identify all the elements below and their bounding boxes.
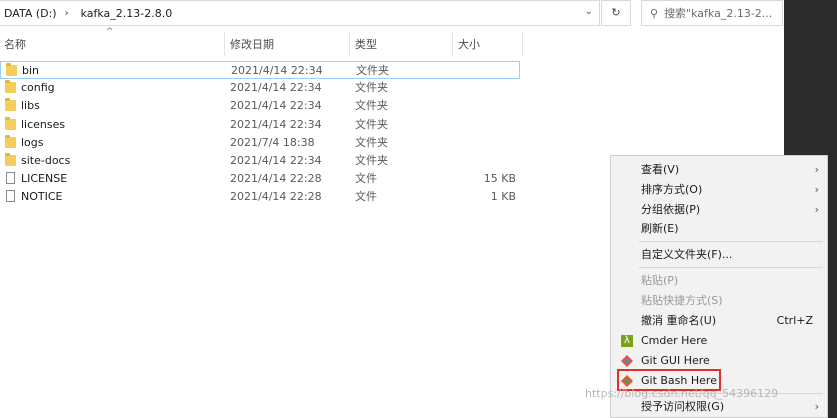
file-date: 2021/4/14 22:34 bbox=[231, 64, 323, 77]
file-date: 2021/7/4 18:38 bbox=[230, 136, 315, 149]
search-box[interactable]: ⚲ 搜索"kafka_2.13-2... bbox=[641, 0, 783, 26]
menu-item-label: 分组依据(P) bbox=[641, 203, 701, 216]
file-name: licenses bbox=[21, 118, 66, 131]
address-bar[interactable]: DATA (D:) › kafka_2.13-2.8.0 ⌄ bbox=[0, 0, 600, 26]
menu-item-label: 刷新(E) bbox=[641, 222, 679, 235]
column-header-date[interactable]: 修改日期 bbox=[230, 34, 274, 56]
menu-item-label: 查看(V) bbox=[641, 163, 680, 176]
git-gui-icon bbox=[621, 355, 633, 367]
breadcrumb-drive[interactable]: DATA (D:) bbox=[4, 7, 57, 20]
menu-item-refresh[interactable]: 刷新(E) bbox=[611, 219, 827, 239]
folder-icon bbox=[5, 153, 16, 166]
file-row-notice[interactable]: NOTICE 2021/4/14 22:28 文件 1 KB bbox=[0, 188, 520, 206]
file-name: NOTICE bbox=[21, 190, 63, 203]
file-row-licenses[interactable]: licenses 2021/4/14 22:34 文件夹 bbox=[0, 116, 520, 134]
chevron-right-icon[interactable]: › bbox=[65, 8, 69, 19]
file-date: 2021/4/14 22:34 bbox=[230, 81, 322, 94]
file-type: 文件夹 bbox=[356, 64, 389, 77]
menu-item-view[interactable]: 查看(V) › bbox=[611, 160, 827, 180]
chevron-right-icon: › bbox=[814, 163, 819, 176]
menu-item-label: 自定义文件夹(F)... bbox=[641, 248, 733, 261]
file-name: libs bbox=[21, 99, 40, 112]
file-row-license[interactable]: LICENSE 2021/4/14 22:28 文件 15 KB bbox=[0, 170, 520, 188]
file-row-site-docs[interactable]: site-docs 2021/4/14 22:34 文件夹 bbox=[0, 152, 520, 170]
column-divider[interactable] bbox=[452, 32, 453, 56]
menu-separator bbox=[639, 241, 823, 242]
file-type: 文件夹 bbox=[355, 136, 388, 149]
column-header-size[interactable]: 大小 bbox=[458, 34, 480, 56]
menu-item-customize-folder[interactable]: 自定义文件夹(F)... bbox=[611, 245, 827, 265]
menu-item-undo-rename[interactable]: 撤消 重命名(U) Ctrl+Z bbox=[611, 311, 827, 331]
folder-icon bbox=[5, 80, 16, 93]
column-divider[interactable] bbox=[522, 32, 523, 56]
column-divider[interactable] bbox=[349, 32, 350, 56]
file-date: 2021/4/14 22:28 bbox=[230, 172, 322, 185]
file-date: 2021/4/14 22:28 bbox=[230, 190, 322, 203]
file-type: 文件 bbox=[355, 172, 377, 185]
refresh-icon: ↻ bbox=[611, 6, 621, 19]
menu-item-shortcut: Ctrl+Z bbox=[776, 314, 813, 327]
menu-item-label: 排序方式(O) bbox=[641, 183, 703, 196]
file-row-config[interactable]: config 2021/4/14 22:34 文件夹 bbox=[0, 79, 520, 97]
file-row-logs[interactable]: logs 2021/7/4 18:38 文件夹 bbox=[0, 134, 520, 152]
file-date: 2021/4/14 22:34 bbox=[230, 99, 322, 112]
folder-icon bbox=[5, 98, 16, 111]
file-name: site-docs bbox=[21, 154, 71, 167]
file-icon bbox=[6, 190, 15, 202]
menu-item-sort[interactable]: 排序方式(O) › bbox=[611, 180, 827, 200]
file-row-bin[interactable]: bin 2021/4/14 22:34 文件夹 bbox=[0, 61, 520, 79]
file-type: 文件夹 bbox=[355, 99, 388, 112]
file-date: 2021/4/14 22:34 bbox=[230, 118, 322, 131]
file-type: 文件 bbox=[355, 190, 377, 203]
search-icon: ⚲ bbox=[650, 6, 659, 20]
file-size: 1 KB bbox=[490, 190, 516, 203]
file-name: LICENSE bbox=[21, 172, 68, 185]
menu-item-label: Cmder Here bbox=[641, 334, 708, 347]
file-type: 文件夹 bbox=[355, 81, 388, 94]
menu-item-label: Git GUI Here bbox=[641, 354, 710, 367]
menu-item-paste-shortcut[interactable]: 粘贴快捷方式(S) bbox=[611, 291, 827, 311]
menu-item-label: 撤消 重命名(U) bbox=[641, 314, 717, 327]
menu-item-group[interactable]: 分组依据(P) › bbox=[611, 200, 827, 220]
chevron-down-icon[interactable]: ⌄ bbox=[585, 6, 593, 17]
search-placeholder: 搜索"kafka_2.13-2... bbox=[664, 7, 773, 20]
column-header-type[interactable]: 类型 bbox=[355, 34, 377, 56]
menu-item-cmder-here[interactable]: λ Cmder Here bbox=[611, 331, 827, 351]
sort-ascending-icon: ^ bbox=[106, 27, 114, 37]
cmder-lambda-icon: λ bbox=[621, 335, 633, 347]
breadcrumb-folder[interactable]: kafka_2.13-2.8.0 bbox=[81, 7, 173, 20]
watermark: https://blog.csdn.net/qq_54396129 bbox=[585, 387, 779, 400]
file-row-libs[interactable]: libs 2021/4/14 22:34 文件夹 bbox=[0, 97, 520, 115]
menu-item-paste[interactable]: 粘贴(P) bbox=[611, 271, 827, 291]
chevron-right-icon: › bbox=[814, 183, 819, 196]
folder-icon bbox=[5, 135, 16, 148]
refresh-button[interactable]: ↻ bbox=[601, 0, 631, 26]
chevron-right-icon: › bbox=[814, 400, 819, 413]
file-name: bin bbox=[22, 64, 40, 77]
file-name: config bbox=[21, 81, 55, 94]
menu-item-label: 粘贴快捷方式(S) bbox=[641, 294, 723, 307]
chevron-right-icon: › bbox=[814, 203, 819, 216]
menu-item-git-gui-here[interactable]: Git GUI Here bbox=[611, 351, 827, 371]
folder-icon bbox=[5, 117, 16, 130]
file-name: logs bbox=[21, 136, 44, 149]
folder-icon bbox=[6, 63, 17, 76]
file-icon bbox=[6, 172, 15, 184]
menu-item-grant-access[interactable]: 授予访问权限(G) › bbox=[611, 397, 827, 417]
file-date: 2021/4/14 22:34 bbox=[230, 154, 322, 167]
column-divider[interactable] bbox=[224, 32, 225, 56]
column-header-name[interactable]: 名称 bbox=[4, 34, 26, 56]
menu-item-label: 粘贴(P) bbox=[641, 274, 679, 287]
menu-item-label: 授予访问权限(G) bbox=[641, 400, 725, 413]
file-type: 文件夹 bbox=[355, 118, 388, 131]
file-type: 文件夹 bbox=[355, 154, 388, 167]
file-size: 15 KB bbox=[483, 172, 516, 185]
menu-separator bbox=[639, 267, 823, 268]
